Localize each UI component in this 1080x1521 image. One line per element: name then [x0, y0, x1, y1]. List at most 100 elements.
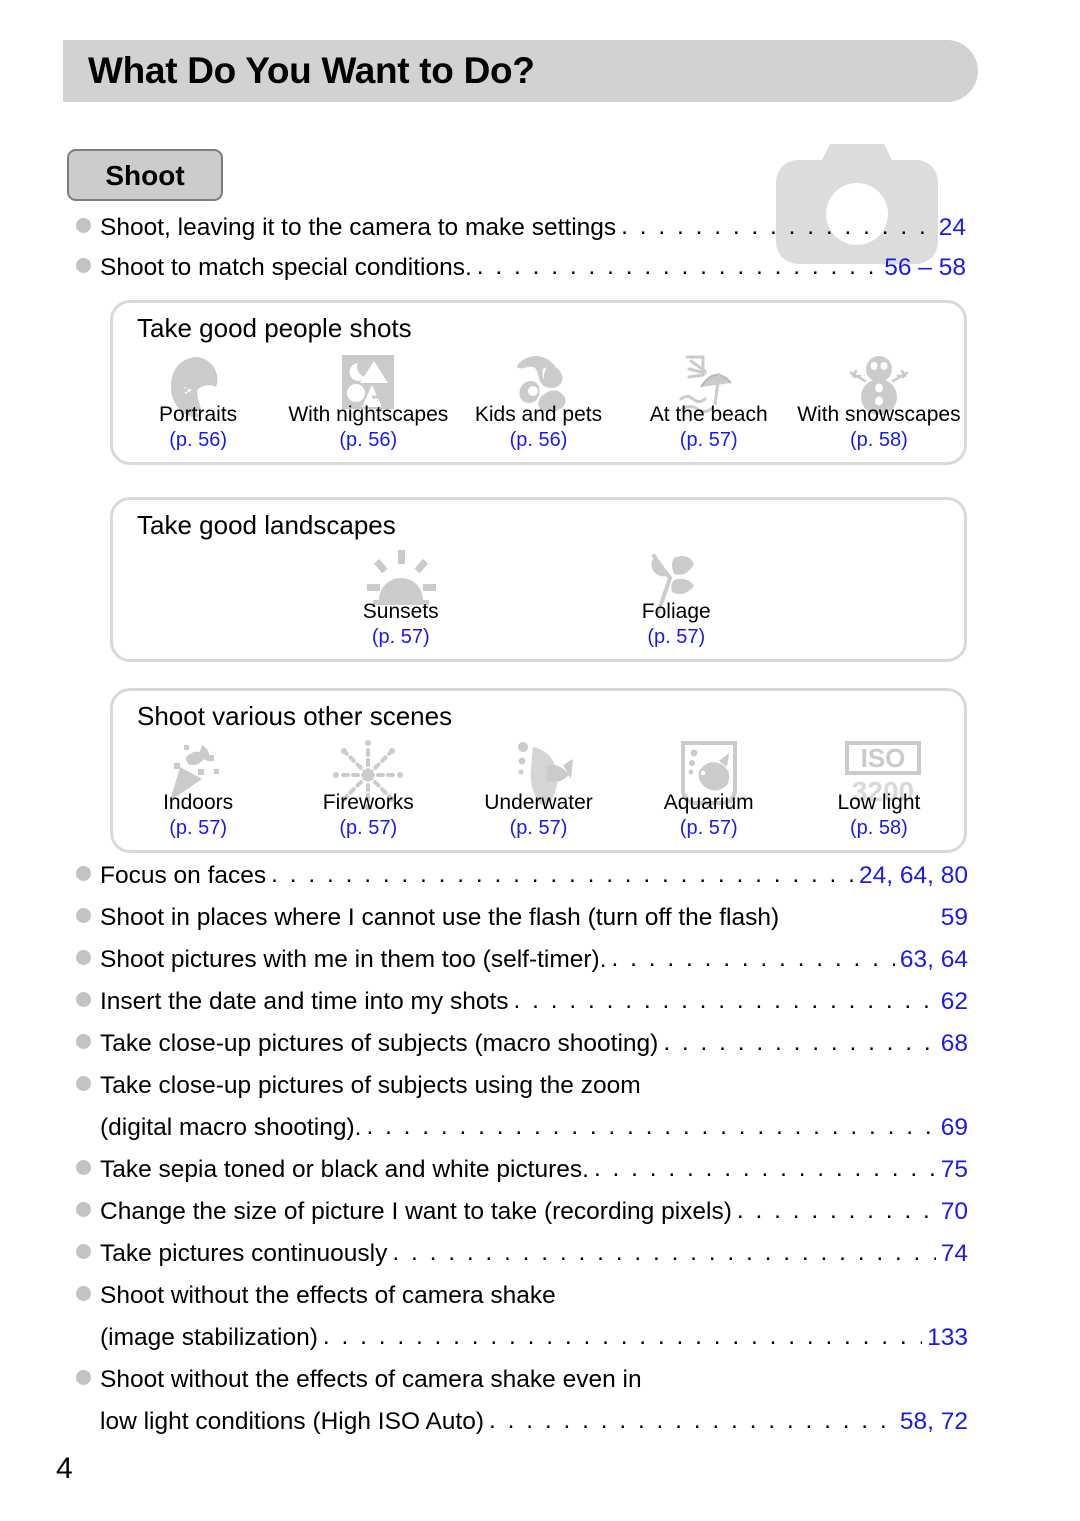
list-item-label: Shoot in places where I cannot use the f…	[100, 904, 780, 931]
toc-list: Focus on faces. . . . . . . . . . . . . …	[76, 861, 968, 1450]
bullet-icon	[76, 950, 91, 965]
scene-label: Underwater	[484, 791, 593, 814]
scene-label: With nightscapes	[288, 403, 449, 426]
scene-page-ref: (p. 56)	[509, 429, 568, 451]
section-badge-label: Shoot	[105, 160, 185, 191]
list-item[interactable]: Shoot without the effects of camera shak…	[76, 1366, 968, 1408]
scene-item-low-light[interactable]: ISO 3200 Low light (p. 58)	[794, 739, 964, 849]
page-number: 4	[56, 1452, 73, 1485]
group-title: Shoot various other scenes	[137, 701, 453, 731]
bullet-icon	[76, 992, 91, 1007]
page-title: What Do You Want to Do?	[88, 50, 535, 91]
leader-dots: . . . . . . . . . . . . . . . . . . . . …	[271, 861, 854, 888]
group-title: Take good landscapes	[137, 510, 396, 540]
toc-entry-label: Shoot, leaving it to the camera to make …	[100, 214, 617, 241]
list-item-pages: 69	[940, 1114, 968, 1141]
list-item-label: Take sepia toned or black and white pict…	[100, 1156, 589, 1183]
list-item-label: Change the size of picture I want to tak…	[100, 1198, 732, 1225]
group-box-people-shots: Take good people shots Portraits (p. 56)	[110, 300, 967, 465]
group-title: Take good people shots	[137, 313, 412, 343]
scene-label: Kids and pets	[474, 403, 603, 426]
list-item[interactable]: Take close-up pictures of subjects using…	[76, 1072, 968, 1114]
leader-dots: . . . . . . . . . . . . . . . . . . . . …	[392, 1239, 935, 1266]
scene-label: Aquarium	[663, 791, 754, 814]
list-item[interactable]: Focus on faces. . . . . . . . . . . . . …	[76, 861, 968, 904]
list-item-label: Insert the date and time into my shots	[100, 988, 509, 1015]
list-item[interactable]: low light conditions (High ISO Auto). . …	[76, 1407, 968, 1450]
toc-entry[interactable]: Shoot to match special conditions. . . .…	[76, 253, 966, 292]
scene-page-ref: (p. 56)	[339, 429, 398, 451]
scene-label: Sunsets	[362, 600, 439, 623]
list-item-pages: 24, 64, 80	[859, 862, 968, 889]
leader-dots: . . . . . . . . . . . . . . . . . . . . …	[736, 1197, 936, 1224]
bullet-icon	[76, 1160, 91, 1175]
list-item-pages: 75	[940, 1156, 968, 1183]
scene-item-fireworks[interactable]: Fireworks (p. 57)	[283, 739, 453, 849]
list-item-label: (image stabilization)	[100, 1324, 318, 1351]
list-item[interactable]: Take sepia toned or black and white pict…	[76, 1155, 968, 1198]
bullet-icon	[76, 908, 91, 923]
list-item-pages: 70	[940, 1198, 968, 1225]
list-item[interactable]: (image stabilization). . . . . . . . . .…	[76, 1323, 968, 1366]
svg-text:ISO: ISO	[861, 743, 906, 773]
scene-item-at-the-beach[interactable]: At the beach (p. 57)	[624, 351, 794, 461]
scene-item-aquarium[interactable]: Aquarium (p. 57)	[624, 739, 794, 849]
list-item[interactable]: Change the size of picture I want to tak…	[76, 1197, 968, 1240]
toc-entry-label: Shoot to match special conditions.	[100, 254, 472, 281]
scene-item-underwater[interactable]: Underwater (p. 57)	[453, 739, 623, 849]
scene-page-ref: (p. 56)	[169, 429, 227, 451]
scene-label: Indoors	[163, 791, 234, 814]
list-item[interactable]: (digital macro shooting).. . . . . . . .…	[76, 1113, 968, 1156]
list-item[interactable]: Shoot in places where I cannot use the f…	[76, 904, 968, 946]
bullet-icon	[76, 1202, 91, 1217]
list-item-pages: 59	[940, 904, 968, 931]
bullet-icon	[76, 1370, 91, 1385]
scene-label: Portraits	[159, 403, 238, 426]
scene-item-indoors[interactable]: Indoors (p. 57)	[113, 739, 283, 849]
scene-page-ref: (p. 57)	[169, 817, 227, 839]
leader-dots: . . . . . . . . . . . . . . . . . . . . …	[489, 1407, 895, 1434]
leader-dots: . . . . . . . . . . . . . . . . . . . . …	[621, 213, 934, 240]
list-item-pages: 63, 64	[899, 946, 968, 973]
list-item-label: Take pictures continuously	[100, 1240, 388, 1267]
list-item[interactable]: Insert the date and time into my shots. …	[76, 987, 968, 1030]
list-item-pages: 62	[940, 988, 968, 1015]
list-item-label: Take close-up pictures of subjects using…	[100, 1072, 641, 1099]
list-item-label: Shoot without the effects of camera shak…	[100, 1366, 642, 1393]
toc-entry-pages: 24	[938, 214, 966, 241]
leader-dots: . . . . . . . . . . . . . . . . . . . . …	[593, 1155, 936, 1182]
bullet-icon	[76, 258, 91, 273]
list-item-pages: 133	[927, 1324, 968, 1351]
scene-page-ref: (p. 57)	[509, 817, 568, 839]
bullet-icon	[76, 1076, 91, 1091]
scene-page-ref: (p. 57)	[679, 429, 738, 451]
list-item[interactable]: Take close-up pictures of subjects (macr…	[76, 1029, 968, 1072]
list-item-pages: 68	[940, 1030, 968, 1057]
group-box-other-scenes: Shoot various other scenes Indoors (p. 5…	[110, 688, 967, 853]
scene-label: Fireworks	[322, 791, 414, 814]
bullet-icon	[76, 866, 91, 881]
list-item[interactable]: Shoot pictures with me in them too (self…	[76, 945, 968, 988]
scene-page-ref: (p. 57)	[371, 626, 430, 648]
scene-item-sunsets[interactable]: Sunsets (p. 57)	[263, 548, 539, 658]
scene-item-kids-and-pets[interactable]: Kids and pets (p. 56)	[453, 351, 623, 461]
list-item[interactable]: Shoot without the effects of camera shak…	[76, 1282, 968, 1324]
toc-entry-pages: 56 – 58	[884, 254, 966, 281]
list-item-label: (digital macro shooting).	[100, 1114, 362, 1141]
list-item-pages: 74	[940, 1240, 968, 1267]
scene-item-with-snowscapes[interactable]: With snowscapes (p. 58)	[794, 351, 964, 461]
scene-label: Low light	[837, 791, 921, 814]
leader-dots: . . . . . . . . . . . . . . . . . . . . …	[366, 1113, 935, 1140]
group-box-landscapes: Take good landscapes Sunsets (p. 57) Fol…	[110, 497, 967, 662]
leader-dots: . . . . . . . . . . . . . . . . . . . . …	[513, 987, 936, 1014]
list-item[interactable]: Take pictures continuously. . . . . . . …	[76, 1239, 968, 1282]
scene-label: With snowscapes	[797, 403, 961, 426]
bullet-icon	[76, 218, 91, 233]
scene-item-with-nightscapes[interactable]: With nightscapes (p. 56)	[283, 351, 453, 461]
toc-entry[interactable]: Shoot, leaving it to the camera to make …	[76, 213, 966, 252]
bullet-icon	[76, 1034, 91, 1049]
list-item-label: Shoot without the effects of camera shak…	[100, 1282, 556, 1309]
scene-page-ref: (p. 58)	[850, 817, 908, 839]
scene-item-portraits[interactable]: Portraits (p. 56)	[113, 351, 283, 461]
scene-item-foliage[interactable]: Foliage (p. 57)	[539, 548, 815, 658]
